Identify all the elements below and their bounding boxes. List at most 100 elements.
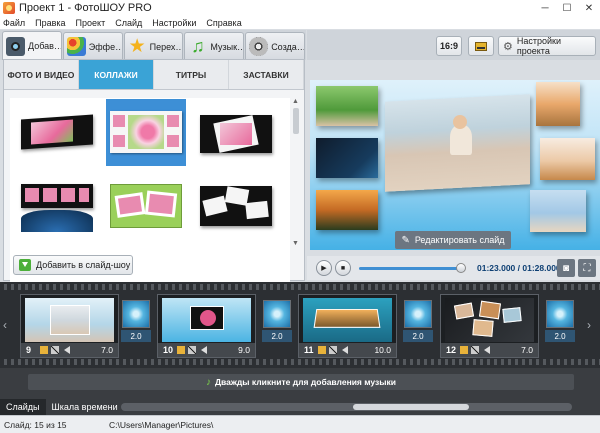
current-path: C:\Users\Manager\Pictures\: [109, 419, 214, 430]
slide-thumbnail: [162, 298, 251, 342]
timeline-scrollbar-thumb[interactable]: [353, 404, 469, 410]
slide-card[interactable]: 10 9.0: [157, 294, 256, 358]
screen-mode-button[interactable]: [468, 36, 494, 56]
subtab-collages[interactable]: КОЛЛАЖИ: [79, 60, 154, 89]
slide-card[interactable]: 9 7.0: [20, 294, 119, 358]
effect-icon[interactable]: [40, 346, 48, 354]
sound-icon[interactable]: [201, 346, 207, 354]
music-add-icon: ♪: [205, 376, 211, 388]
project-settings-button[interactable]: ⚙ Настройки проекта: [498, 36, 596, 56]
sound-icon[interactable]: [64, 346, 70, 354]
transition-duration: 2.0: [262, 330, 292, 342]
tab-create[interactable]: Созда…: [245, 32, 305, 60]
add-to-slideshow-button[interactable]: Добавить в слайд-шоу: [13, 255, 133, 275]
minimize-icon[interactable]: ─: [534, 0, 556, 16]
edit-icon[interactable]: [329, 346, 337, 354]
strip-left-arrow-icon[interactable]: ‹: [3, 318, 7, 332]
playback-slider-knob[interactable]: [455, 263, 466, 273]
effect-icon[interactable]: [177, 346, 185, 354]
collage-thumb[interactable]: [196, 107, 276, 163]
close-icon[interactable]: ✕: [578, 0, 600, 16]
tab-slides[interactable]: Слайды: [0, 399, 46, 415]
effect-icon[interactable]: [460, 346, 468, 354]
slide-duration: 10.0: [374, 345, 391, 355]
monitor-icon: [475, 41, 487, 51]
play-button[interactable]: ▶: [316, 260, 332, 276]
collage-thumb-selected[interactable]: [106, 99, 186, 166]
edit-icon[interactable]: [51, 346, 59, 354]
transition-thumbnail: [404, 300, 432, 328]
collage-thumb[interactable]: [196, 180, 276, 236]
menu-project[interactable]: Проект: [76, 18, 106, 28]
aspect-ratio-button[interactable]: 16:9: [436, 36, 462, 56]
tab-effects[interactable]: Эффе…: [62, 32, 123, 60]
menu-file[interactable]: Файл: [3, 18, 25, 28]
transition-thumbnail: [263, 300, 291, 328]
strip-right-arrow-icon[interactable]: ›: [587, 318, 591, 332]
maximize-icon[interactable]: ☐: [556, 0, 578, 16]
transition-thumbnail: [546, 300, 574, 328]
gear-icon: ⚙: [503, 40, 513, 53]
add-to-slideshow-label: Добавить в слайд-шоу: [36, 260, 131, 270]
menu-settings[interactable]: Настройки: [152, 18, 196, 28]
slide-number: 10: [163, 345, 174, 355]
slide-card[interactable]: 12 7.0: [440, 294, 539, 358]
tab-music[interactable]: ♫ Музык…: [184, 32, 245, 60]
collage-thumb[interactable]: [106, 180, 186, 236]
timeline-scrollbar[interactable]: [121, 403, 572, 411]
tab-transitions[interactable]: ★ Перех…: [123, 32, 184, 60]
slide-thumbnail: [303, 298, 392, 342]
library-scrollbar[interactable]: ▲ ▼: [291, 98, 301, 250]
timeline-panel: ‹ › 9 7.0 2.0 10 9.0 2.0 11 10.0 2.0 12 …: [0, 282, 600, 399]
edit-slide-button[interactable]: ✎ Редактировать слайд: [395, 231, 511, 249]
music-note-icon: ♫: [191, 36, 205, 56]
playback-track[interactable]: [359, 267, 461, 270]
subtab-titles[interactable]: ТИТРЫ: [154, 60, 229, 89]
tab-add[interactable]: Добав…: [2, 31, 62, 60]
menu-help[interactable]: Справка: [206, 18, 241, 28]
subtab-photo-video[interactable]: ФОТО И ВИДЕО: [4, 60, 79, 89]
stop-button[interactable]: ■: [335, 260, 351, 276]
timecode: 01:23.000 / 01:28.000: [477, 263, 561, 273]
collage-thumb[interactable]: [17, 180, 97, 236]
scroll-down-icon[interactable]: ▼: [292, 240, 299, 247]
transition-card[interactable]: 2.0: [121, 300, 151, 346]
title-bar: Проект 1 - ФотоШОУ PRO ─ ☐ ✕: [0, 0, 600, 16]
slide-strip: ‹ › 9 7.0 2.0 10 9.0 2.0 11 10.0 2.0 12 …: [0, 282, 600, 368]
window-title: Проект 1 - ФотоШОУ PRO: [19, 2, 152, 14]
scroll-up-icon[interactable]: ▲: [292, 98, 299, 105]
tab-create-label: Созда…: [271, 41, 305, 52]
menu-slide[interactable]: Слайд: [115, 18, 142, 28]
camera-icon: [6, 36, 25, 56]
menu-edit[interactable]: Правка: [35, 18, 65, 28]
tab-timeline[interactable]: Шкала времени: [46, 399, 124, 415]
slide-counter: Слайд: 15 из 15: [4, 419, 67, 430]
edit-icon[interactable]: [188, 346, 196, 354]
edit-icon[interactable]: [471, 346, 479, 354]
slide-duration: 9.0: [238, 345, 250, 355]
effect-icon[interactable]: [318, 346, 326, 354]
transition-card[interactable]: 2.0: [403, 300, 433, 346]
transition-card[interactable]: 2.0: [545, 300, 575, 346]
music-hint-label: Дважды кликните для добавления музыки: [214, 377, 397, 387]
sound-icon[interactable]: [342, 346, 348, 354]
transition-card[interactable]: 2.0: [262, 300, 292, 346]
music-track-bar[interactable]: ♪ Дважды кликните для добавления музыки: [28, 374, 574, 390]
fullscreen-icon[interactable]: ⛶: [578, 259, 596, 277]
main-tabs: Добав… Эффе… ★ Перех… ♫ Музык… Созда…: [0, 30, 306, 60]
transition-duration: 2.0: [121, 330, 151, 342]
sound-icon[interactable]: [484, 346, 490, 354]
snapshot-camera-icon[interactable]: ◙: [557, 259, 575, 277]
tab-effects-label: Эффе…: [88, 41, 123, 52]
slide-card[interactable]: 11 10.0: [298, 294, 397, 358]
subtab-intros[interactable]: ЗАСТАВКИ: [229, 60, 304, 89]
collage-thumb[interactable]: [17, 107, 97, 163]
star-icon: ★: [128, 36, 146, 57]
film-reel-icon: [249, 37, 269, 56]
menu-bar: Файл Правка Проект Слайд Настройки Справ…: [0, 16, 600, 29]
download-arrow-icon: [19, 259, 31, 271]
scrollbar-thumb[interactable]: [293, 108, 299, 134]
pencil-icon: ✎: [401, 234, 410, 246]
transition-thumbnail: [122, 300, 150, 328]
transition-duration: 2.0: [403, 330, 433, 342]
